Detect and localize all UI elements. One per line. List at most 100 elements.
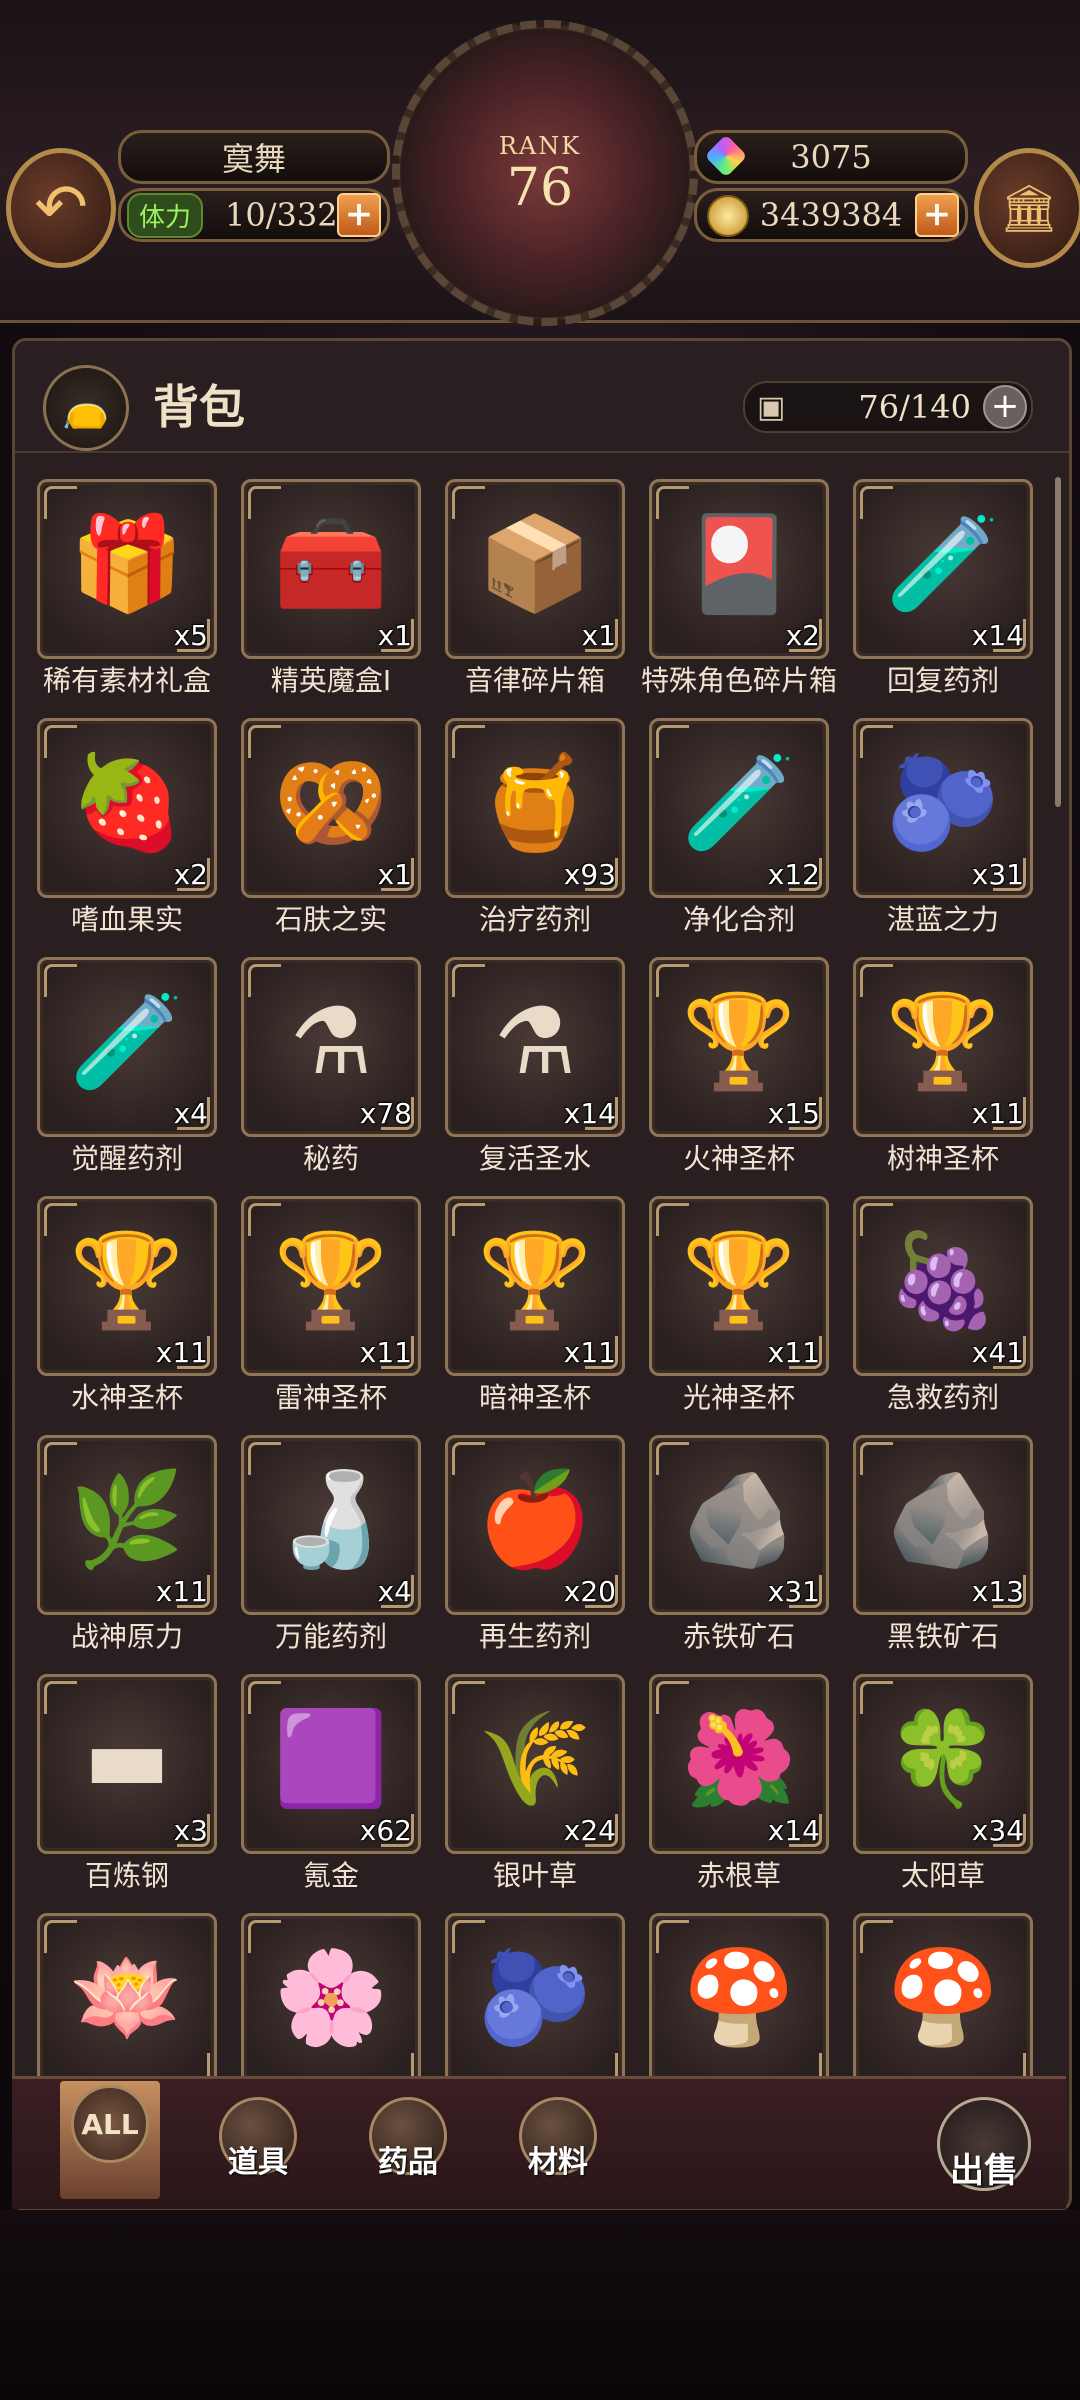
item-slot[interactable]: 🍇 x41 [853,1196,1033,1376]
inventory-item[interactable]: 🌾 x24 银叶草 [445,1674,625,1913]
inventory-item[interactable]: 🍯 x93 治疗药剂 [445,718,625,957]
item-slot[interactable]: 📦 x1 [445,479,625,659]
item-slot[interactable]: 🪨 x31 [649,1435,829,1615]
item-slot[interactable]: 🌺 x14 [649,1674,829,1854]
item-slot[interactable]: 🍶 x4 [241,1435,421,1615]
item-quantity: x1 [377,858,412,891]
inventory-item[interactable]: 🫐 x31 湛蓝之力 [853,718,1033,957]
purple-chalice-icon: 🏆 [477,1227,593,1334]
inventory-item[interactable]: 🏆 x11 树神圣杯 [853,957,1033,1196]
inventory-item[interactable]: 🎁 x5 稀有素材礼盒 [37,479,217,718]
inventory-item[interactable]: 🪷 [37,1913,217,2083]
inventory-item[interactable]: 🏆 x11 水神圣杯 [37,1196,217,1435]
item-grid-viewport[interactable]: 🎁 x5 稀有素材礼盒 🧰 x1 精英魔盒Ⅰ 📦 x1 音律碎片箱 🎴 x2 特殊角色碎片箱 🧪 x14 回… [37,479,1047,2083]
tab-label: 材料 [528,2145,588,2180]
inventory-item[interactable]: 🏆 x11 雷神圣杯 [241,1196,421,1435]
inventory-item[interactable]: 🍓 x2 嗜血果实 [37,718,217,957]
gem-icon [704,134,748,178]
item-slot[interactable]: 🫐 x31 [853,718,1033,898]
item-name: 赤根草 [696,1859,781,1892]
item-slot[interactable]: 🥨 x1 [241,718,421,898]
item-slot[interactable]: 🍓 x2 [37,718,217,898]
item-slot[interactable]: 🎴 x2 [649,479,829,659]
item-slot[interactable]: 🧪 x12 [649,718,829,898]
inventory-item[interactable]: ⚗ x78 秘药 [241,957,421,1196]
item-slot[interactable]: ⚗ x14 [445,957,625,1137]
item-name: 再生药剂 [478,1620,591,1653]
item-slot[interactable]: 🪷 [37,1913,217,2083]
inventory-item[interactable]: 🫐 [445,1913,625,2083]
item-slot[interactable]: 🌿 x11 [37,1435,217,1615]
item-slot[interactable]: 🎁 x5 [37,479,217,659]
inventory-item[interactable]: ▬ x3 百炼钢 [37,1674,217,1913]
inventory-item[interactable]: 🍄 [853,1913,1033,2083]
back-button[interactable]: ↶ [6,148,116,268]
inventory-item[interactable]: 🍄 [649,1913,829,2083]
item-slot[interactable]: 🍀 x34 [853,1674,1033,1854]
item-name: 石肤之实 [274,903,387,936]
item-grid: 🎁 x5 稀有素材礼盒 🧰 x1 精英魔盒Ⅰ 📦 x1 音律碎片箱 🎴 x2 特殊角色碎片箱 🧪 x14 回… [37,479,1047,2083]
inventory-item[interactable]: 🪨 x31 赤铁矿石 [649,1435,829,1674]
background-footer [0,2210,1080,2400]
museum-icon: 🏛 [999,180,1059,235]
expand-capacity-button[interactable]: + [983,385,1027,429]
item-slot[interactable]: 🪨 x13 [853,1435,1033,1615]
gem-pill: 3075 [694,130,968,184]
add-stamina-button[interactable]: + [337,193,381,237]
inventory-item[interactable]: 🪨 x13 黑铁矿石 [853,1435,1033,1674]
item-slot[interactable]: 🌸 [241,1913,421,2083]
inventory-item[interactable]: 🧰 x1 精英魔盒Ⅰ [241,479,421,718]
item-slot[interactable]: ▬ x3 [37,1674,217,1854]
item-slot[interactable]: 🌾 x24 [445,1674,625,1854]
tab-potions[interactable]: 药品 [358,2093,458,2203]
item-slot[interactable]: 🍎 x20 [445,1435,625,1615]
item-slot[interactable]: 🧪 x4 [37,957,217,1137]
item-slot[interactable]: 🏆 x11 [241,1196,421,1376]
bag-capacity: ▣ 76/140 + [743,381,1033,433]
item-slot[interactable]: 🏆 x11 [37,1196,217,1376]
filter-tab-bar: ALL 道具 药品 材料 出售 [12,2076,1066,2209]
inventory-item[interactable]: 🥨 x1 石肤之实 [241,718,421,957]
item-slot[interactable]: 🧪 x14 [853,479,1033,659]
item-slot[interactable]: 🍯 x93 [445,718,625,898]
museum-button[interactable]: 🏛 [974,148,1080,268]
inventory-item[interactable]: 🏆 x15 火神圣杯 [649,957,829,1196]
inventory-item[interactable]: 🧪 x12 净化合剂 [649,718,829,957]
item-slot[interactable]: 🏆 x11 [853,957,1033,1137]
item-quantity: x1 [581,619,616,652]
scrollbar[interactable] [1055,477,1061,807]
add-gold-button[interactable]: + [915,193,959,237]
item-slot[interactable]: 🏆 x11 [649,1196,829,1376]
inventory-item[interactable]: 📦 x1 音律碎片箱 [445,479,625,718]
inventory-item[interactable]: 🍎 x20 再生药剂 [445,1435,625,1674]
item-quantity: x14 [767,1814,820,1847]
tab-materials[interactable]: 材料 [508,2093,608,2203]
item-slot[interactable]: 🧰 x1 [241,479,421,659]
item-slot[interactable]: 🫐 [445,1913,625,2083]
bag-header: 👝 背包 ▣ 76/140 + [15,341,1069,453]
sell-button[interactable]: 出售 [936,2097,1032,2201]
inventory-item[interactable]: 🍀 x34 太阳草 [853,1674,1033,1913]
inventory-item[interactable]: 🌿 x11 战神原力 [37,1435,217,1674]
green-chalice-icon: 🏆 [885,988,1001,1095]
inventory-item[interactable]: 🏆 x11 暗神圣杯 [445,1196,625,1435]
item-slot[interactable]: 🍄 [649,1913,829,2083]
inventory-item[interactable]: 🧪 x4 觉醒药剂 [37,957,217,1196]
inventory-item[interactable]: 🌺 x14 赤根草 [649,1674,829,1913]
inventory-item[interactable]: ⚗ x14 复活圣水 [445,957,625,1196]
tab-props[interactable]: 道具 [208,2093,308,2203]
item-slot[interactable]: ⚗ x78 [241,957,421,1137]
item-slot[interactable]: 🍄 [853,1913,1033,2083]
inventory-item[interactable]: 🏆 x11 光神圣杯 [649,1196,829,1435]
inventory-item[interactable]: 🍇 x41 急救药剂 [853,1196,1033,1435]
item-slot[interactable]: 🏆 x15 [649,957,829,1137]
inventory-item[interactable]: 🌸 [241,1913,421,2083]
inventory-item[interactable]: 🍶 x4 万能药剂 [241,1435,421,1674]
inventory-item[interactable]: 🧪 x14 回复药剂 [853,479,1033,718]
box-icon: ▣ [757,389,786,425]
item-slot[interactable]: 🟪 x62 [241,1674,421,1854]
tab-all[interactable]: ALL [60,2081,160,2199]
inventory-item[interactable]: 🟪 x62 氪金 [241,1674,421,1913]
item-slot[interactable]: 🏆 x11 [445,1196,625,1376]
inventory-item[interactable]: 🎴 x2 特殊角色碎片箱 [641,479,837,718]
